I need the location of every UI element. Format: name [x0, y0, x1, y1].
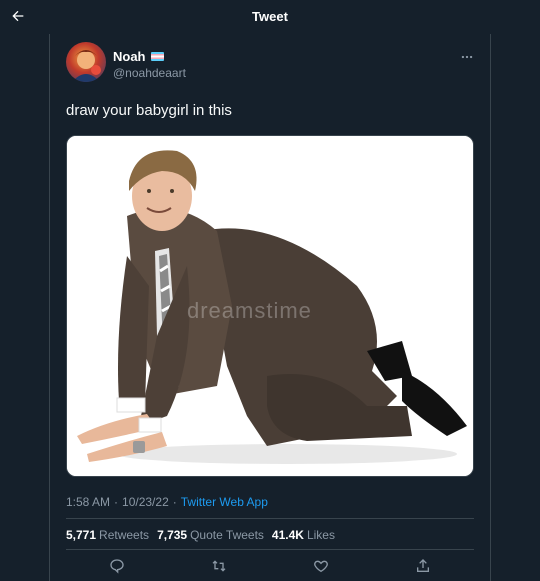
avatar[interactable] — [66, 42, 106, 82]
tweet-source-link[interactable]: Twitter Web App — [181, 495, 268, 509]
page-title: Tweet — [252, 9, 288, 24]
reply-icon — [110, 559, 124, 574]
author-name[interactable]: Noah — [113, 49, 146, 64]
more-icon — [461, 55, 473, 59]
tweet-media-image[interactable]: dreamstime — [66, 135, 474, 477]
meta-separator: · — [114, 495, 119, 509]
like-button[interactable] — [311, 556, 331, 576]
reply-button[interactable] — [107, 556, 127, 576]
tweet-stats: 5,771 Retweets 7,735 Quote Tweets 41.4K Lik… — [66, 528, 335, 542]
avatar-art — [72, 50, 101, 82]
tweet-panel: Noah @noahdeaart draw your babygirl in t… — [49, 34, 491, 581]
like-icon — [314, 560, 328, 573]
retweet-button[interactable] — [209, 556, 229, 576]
quote-tweets-count: 7,735 — [157, 528, 188, 542]
trans-flag-icon — [150, 52, 164, 61]
author-name-row: Noah — [113, 49, 164, 64]
author-handle[interactable]: @noahdeaart — [113, 66, 186, 80]
retweets-count: 5,771 — [66, 528, 97, 542]
retweets-label: Retweets — [99, 528, 150, 542]
top-bar: Tweet — [0, 0, 540, 34]
retweets-stat[interactable]: 5,771 Retweets — [66, 528, 149, 542]
tweet-timestamp: 1:58 AM · 10/23/22 · Twitter Web App — [66, 495, 268, 509]
divider — [66, 549, 474, 550]
tweet-text: draw your babygirl in this — [66, 102, 232, 119]
divider — [66, 518, 474, 519]
tweet-date[interactable]: 10/23/22 — [122, 495, 169, 509]
share-button[interactable] — [413, 556, 433, 576]
meta-separator: · — [172, 495, 177, 509]
retweet-icon — [212, 560, 226, 572]
likes-count: 41.4K — [271, 528, 304, 542]
more-options-button[interactable] — [458, 48, 476, 66]
tweet-actions — [66, 556, 474, 576]
share-icon — [417, 559, 429, 572]
quote-tweets-stat[interactable]: 7,735 Quote Tweets — [157, 528, 264, 542]
tweet-time[interactable]: 1:58 AM — [66, 495, 110, 509]
quote-tweets-label: Quote Tweets — [190, 528, 264, 542]
image-watermark: dreamstime — [187, 298, 312, 323]
likes-label: Likes — [306, 528, 335, 542]
likes-stat[interactable]: 41.4K Likes — [272, 528, 335, 542]
